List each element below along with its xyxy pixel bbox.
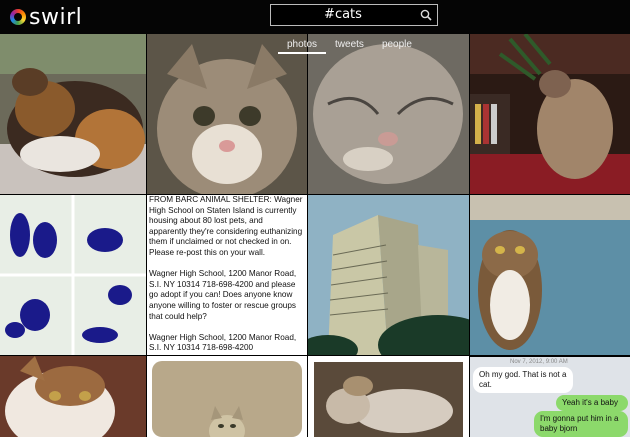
- top-bar: swirl #cats: [0, 0, 630, 34]
- text-post-paragraph: Wagner High School, 1200 Manor Road, S.I…: [149, 332, 297, 353]
- text-post[interactable]: FROM BARC ANIMAL SHELTER: Wagner High Sc…: [147, 195, 307, 355]
- photo-sitting-cat[interactable]: [470, 195, 630, 355]
- search-box[interactable]: #cats: [270, 4, 438, 26]
- swirl-logo-icon: [10, 9, 26, 25]
- photo-cat-collage[interactable]: [0, 195, 146, 355]
- chat-bubble-incoming: Oh my god. That is not a cat.: [473, 367, 573, 393]
- search-input[interactable]: #cats: [271, 5, 415, 25]
- search-icon[interactable]: [420, 9, 432, 21]
- photo-peeking-cat[interactable]: [147, 356, 307, 437]
- tab-tweets[interactable]: tweets: [326, 38, 373, 52]
- photo-sleeping-cat[interactable]: [308, 34, 469, 194]
- content-tabs: photos tweets people: [278, 38, 421, 56]
- chat-screenshot[interactable]: Nov 7, 2012, 9:00 AM Oh my god. That is …: [470, 357, 630, 437]
- chat-date: Nov 7, 2012, 9:00 AM: [510, 359, 568, 365]
- swirl-logo[interactable]: swirl: [10, 3, 82, 31]
- text-post-paragraph: FROM BARC ANIMAL SHELTER: Wagner High Sc…: [149, 195, 303, 257]
- app-name: swirl: [29, 4, 83, 30]
- photo-grumpy-cat[interactable]: [0, 356, 146, 437]
- photo-lounging-cat[interactable]: [308, 356, 469, 437]
- chat-bubble-outgoing: I'm gonna put him in a baby bjorn: [534, 411, 628, 437]
- photo-tabby-closeup[interactable]: [147, 34, 307, 194]
- photo-calico-cat[interactable]: [0, 34, 146, 194]
- photo-cat-with-plant[interactable]: [470, 34, 630, 194]
- tab-people[interactable]: people: [373, 38, 421, 52]
- chat-bubble-outgoing: Yeah it's a baby: [556, 395, 628, 411]
- photo-building[interactable]: [308, 195, 469, 355]
- tab-photos[interactable]: photos: [278, 38, 327, 54]
- text-post-paragraph: Wagner High School, 1200 Manor Road, S.I…: [149, 269, 297, 321]
